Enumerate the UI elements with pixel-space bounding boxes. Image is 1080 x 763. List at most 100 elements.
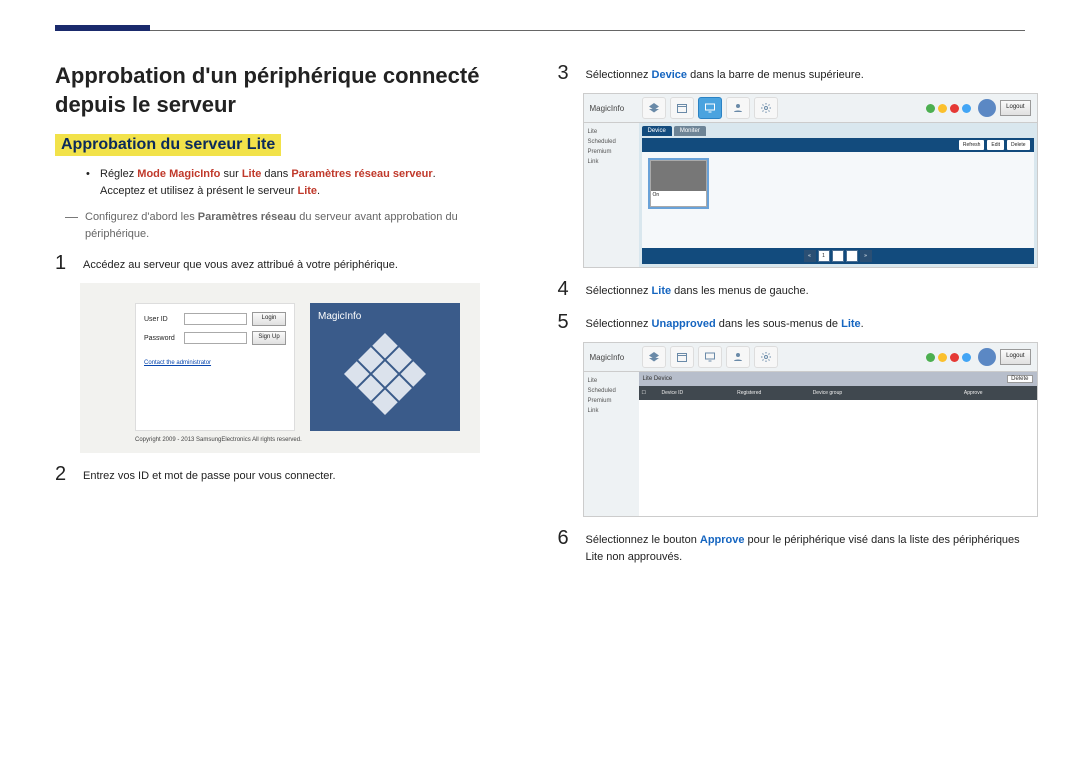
page-prev[interactable]: « [804, 250, 816, 262]
status-dot-yellow [938, 104, 947, 113]
sidebar-item[interactable]: Link [588, 157, 635, 167]
app-toolbar: MagicInfo Logout [584, 343, 1037, 372]
signup-button[interactable]: Sign Up [252, 331, 286, 345]
page-title: Approbation d'un périphérique connecté d… [55, 62, 523, 119]
user-id-label: User ID [144, 316, 179, 323]
sidebar-item[interactable]: Lite [588, 127, 635, 137]
tab-monitor[interactable]: Moniter [674, 126, 706, 136]
step-number: 2 [55, 463, 83, 486]
pagination: « 1 » [642, 248, 1034, 264]
step-text: Sélectionnez Device dans la barre de men… [586, 62, 864, 84]
page-3[interactable] [846, 250, 858, 262]
list-title: Lite Device [643, 376, 673, 382]
step-text-part: Sélectionnez [586, 69, 652, 81]
bullet-text: . [433, 168, 436, 180]
logout-button[interactable]: Logout [1000, 349, 1030, 365]
page-1[interactable]: 1 [818, 250, 830, 262]
contact-admin-link[interactable]: Contact the administrator [144, 360, 286, 366]
step-number: 3 [558, 62, 586, 85]
sidebar-item[interactable]: Scheduled [588, 137, 635, 147]
sidebar-item[interactable]: Premium [588, 396, 635, 406]
list-toolbar: Lite Device Delete [639, 372, 1037, 386]
keyword-approve: Approve [700, 534, 745, 546]
device-action-bar: Refresh Edit Delete [642, 138, 1034, 152]
step-text-part: Sélectionnez [586, 285, 652, 297]
accent-bar [55, 25, 150, 31]
user-icon [732, 102, 744, 114]
step-2: 2 Entrez vos ID et mot de passe pour vou… [55, 463, 523, 486]
step-5: 5 Sélectionnez Unapproved dans les sous-… [558, 311, 1026, 334]
step-text: Accédez au serveur que vous avez attribu… [83, 252, 398, 274]
password-input[interactable] [184, 332, 247, 344]
status-indicators [926, 104, 971, 113]
step-3: 3 Sélectionnez Device dans la barre de m… [558, 62, 1026, 85]
left-column: Approbation d'un périphérique connecté d… [55, 62, 523, 573]
nav-setting-button[interactable] [754, 97, 778, 119]
logout-button[interactable]: Logout [1000, 100, 1030, 116]
note-strong: Paramètres réseau [198, 211, 296, 223]
status-dot-green [926, 353, 935, 362]
screenshot-unapproved-view: MagicInfo Logout [583, 342, 1038, 517]
user-id-input[interactable] [184, 313, 247, 325]
sidebar-item[interactable]: Premium [588, 147, 635, 157]
user-icon [732, 351, 744, 363]
status-dot-green [926, 104, 935, 113]
monitor-icon [704, 102, 716, 114]
app-main: Lite Device Delete ☐ Device ID Registere… [639, 372, 1037, 516]
gear-icon [760, 351, 772, 363]
layers-icon [648, 351, 660, 363]
screenshot-login: User ID Login Password Sign Up Contact t… [80, 283, 480, 453]
calendar-icon [676, 102, 688, 114]
avatar[interactable] [978, 99, 996, 117]
step-text-part: dans la barre de menus supérieure. [687, 69, 864, 81]
nav-schedule-button[interactable] [670, 97, 694, 119]
step-number: 5 [558, 311, 586, 334]
nav-user-button[interactable] [726, 97, 750, 119]
step-1: 1 Accédez au serveur que vous avez attri… [55, 252, 523, 275]
page-next[interactable]: » [860, 250, 872, 262]
login-button[interactable]: Login [252, 312, 286, 326]
nav-device-button[interactable] [698, 97, 722, 119]
step-text: Sélectionnez le bouton Approve pour le p… [586, 527, 1026, 565]
monitor-icon [704, 351, 716, 363]
keyword-mode: Mode MagicInfo [137, 168, 220, 180]
step-text-part: dans les menus de gauche. [671, 285, 809, 297]
nav-schedule-button[interactable] [670, 346, 694, 368]
intro-bullet: Réglez Mode MagicInfo sur Lite dans Para… [100, 166, 523, 199]
brand-text: MagicInfo [318, 311, 361, 322]
device-status: On [651, 191, 706, 199]
edit-button[interactable]: Edit [987, 140, 1004, 150]
password-label: Password [144, 335, 179, 342]
step-text-part: Sélectionnez [586, 318, 652, 330]
app-toolbar: MagicInfo Logout [584, 94, 1037, 123]
step-text-part: Sélectionnez le bouton [586, 534, 700, 546]
delete-button[interactable]: Delete [1007, 140, 1029, 150]
nav-device-button[interactable] [698, 346, 722, 368]
bullet-text: sur [220, 168, 241, 180]
nav-user-button[interactable] [726, 346, 750, 368]
app-main: Device Moniter Refresh Edit Delete On [639, 123, 1037, 267]
status-dot-red [950, 104, 959, 113]
keyword-unapproved: Unapproved [652, 318, 716, 330]
nav-setting-button[interactable] [754, 346, 778, 368]
login-banner: MagicInfo [310, 303, 460, 431]
sidebar-item[interactable]: Link [588, 406, 635, 416]
sidebar-item[interactable]: Lite [588, 376, 635, 386]
horizontal-rule [55, 30, 1025, 32]
page-2[interactable] [832, 250, 844, 262]
sidebar: Lite Scheduled Premium Link [584, 123, 639, 267]
sidebar-item[interactable]: Scheduled [588, 386, 635, 396]
right-column: 3 Sélectionnez Device dans la barre de m… [558, 62, 1026, 573]
col-device-id: Device ID [659, 390, 735, 396]
nav-content-button[interactable] [642, 346, 666, 368]
nav-content-button[interactable] [642, 97, 666, 119]
col-registered: Registered [734, 390, 810, 396]
device-thumbnail [651, 161, 706, 191]
copyright-text: Copyright 2009 - 2013 SamsungElectronics… [135, 437, 460, 443]
device-card[interactable]: On [650, 160, 707, 207]
refresh-button[interactable]: Refresh [959, 140, 985, 150]
tab-device[interactable]: Device [642, 126, 672, 136]
keyword-settings: Paramètres réseau serveur [291, 168, 432, 180]
delete-button[interactable]: Delete [1007, 375, 1032, 383]
avatar[interactable] [978, 348, 996, 366]
